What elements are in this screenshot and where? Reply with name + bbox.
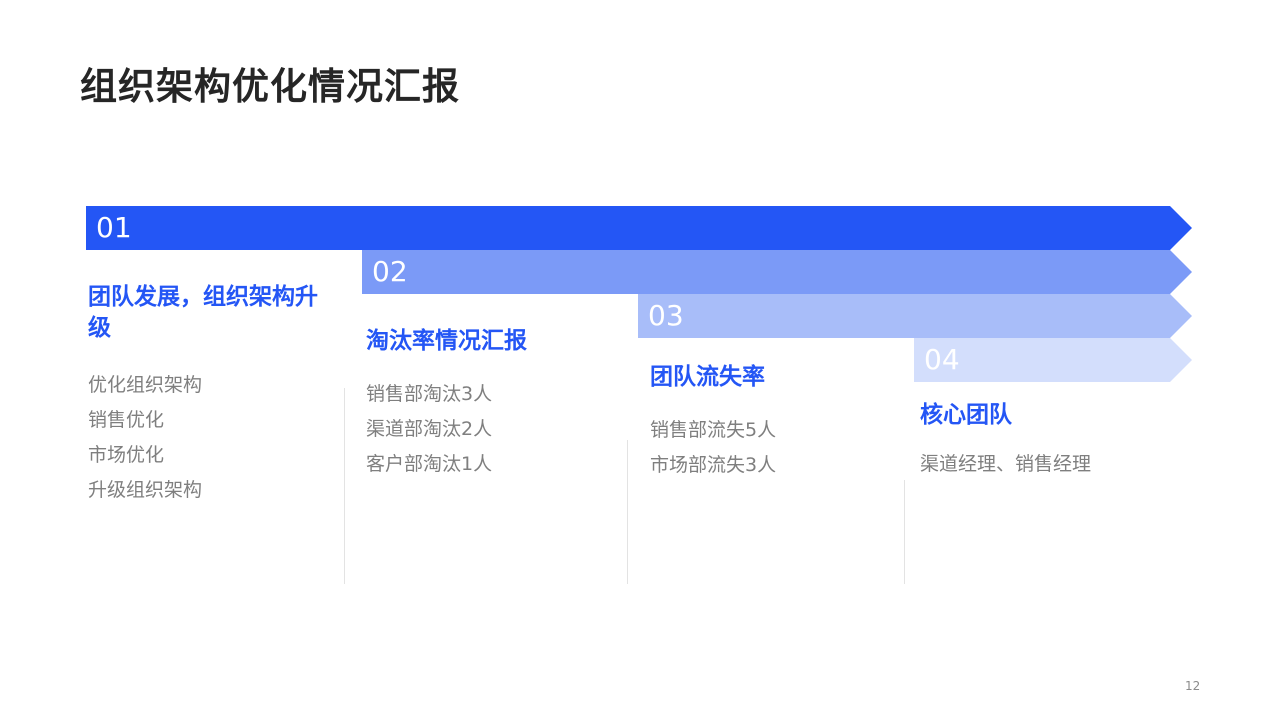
list-item: 优化组织架构 bbox=[88, 374, 203, 396]
list-item: 渠道部淘汰2人 bbox=[366, 418, 493, 440]
column-items: 销售部流失5人 市场部流失3人 bbox=[650, 413, 890, 483]
column-elimination-rate: 淘汰率情况汇报 销售部淘汰3人 渠道部淘汰2人 客户部淘汰1人 bbox=[366, 326, 606, 482]
step-band-03: 03 bbox=[638, 294, 1192, 338]
column-heading: 淘汰率情况汇报 bbox=[366, 328, 527, 354]
list-item: 销售优化 bbox=[88, 409, 165, 431]
list-item: 客户部淘汰1人 bbox=[366, 453, 493, 475]
column-turnover-rate: 团队流失率 销售部流失5人 市场部流失3人 bbox=[650, 362, 890, 483]
column-heading: 团队流失率 bbox=[650, 364, 765, 390]
step-band-04: 04 bbox=[914, 338, 1192, 382]
list-item: 渠道经理、销售经理 bbox=[920, 453, 1092, 475]
page-title: 组织架构优化情况汇报 bbox=[80, 65, 460, 108]
step-number: 04 bbox=[924, 343, 960, 376]
step-band-02: 02 bbox=[362, 250, 1192, 294]
list-item: 市场优化 bbox=[88, 444, 165, 466]
column-items: 销售部淘汰3人 渠道部淘汰2人 客户部淘汰1人 bbox=[366, 377, 606, 482]
column-divider bbox=[344, 388, 345, 584]
step-number: 03 bbox=[648, 299, 684, 332]
column-divider bbox=[904, 480, 905, 584]
column-core-team: 核心团队 渠道经理、销售经理 bbox=[920, 400, 1180, 482]
column-heading: 核心团队 bbox=[920, 402, 1012, 428]
step-number: 02 bbox=[372, 255, 408, 288]
step-number: 01 bbox=[96, 211, 132, 244]
step-band-01: 01 bbox=[86, 206, 1192, 250]
column-team-development: 团队发展，组织架构升级 优化组织架构 销售优化 市场优化 升级组织架构 bbox=[88, 282, 328, 508]
column-items: 优化组织架构 销售优化 市场优化 升级组织架构 bbox=[88, 368, 328, 508]
list-item: 升级组织架构 bbox=[88, 479, 203, 501]
page-number: 12 bbox=[1185, 679, 1201, 693]
list-item: 市场部流失3人 bbox=[650, 454, 777, 476]
list-item: 销售部流失5人 bbox=[650, 419, 777, 441]
list-item: 销售部淘汰3人 bbox=[366, 383, 493, 405]
column-heading: 团队发展，组织架构升级 bbox=[88, 284, 318, 341]
column-divider bbox=[627, 440, 628, 584]
column-items: 渠道经理、销售经理 bbox=[920, 447, 1180, 482]
